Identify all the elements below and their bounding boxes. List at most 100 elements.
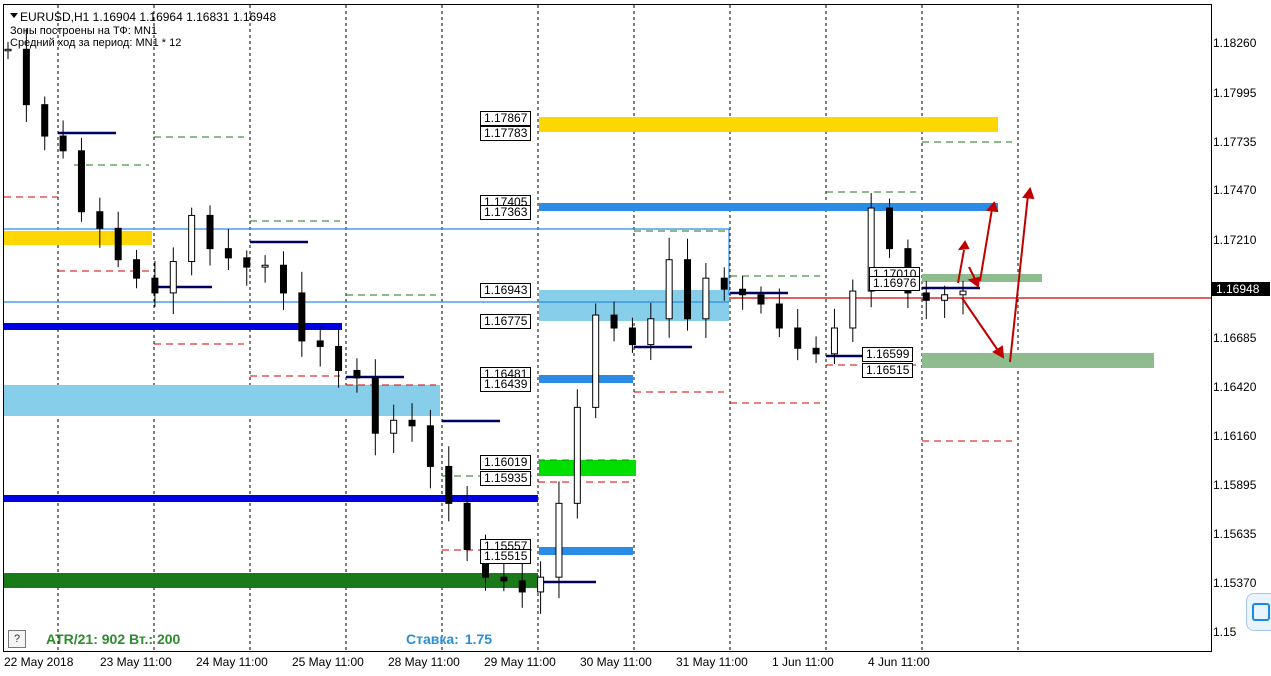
level-label: 1.17867	[480, 111, 532, 126]
zone-green-soft-lower	[922, 353, 1154, 368]
price-chart-canvas[interactable]	[4, 5, 1211, 651]
price-tick: 1.18260	[1213, 36, 1257, 50]
level-navy-2	[4, 495, 538, 502]
price-tick: 1.16685	[1213, 331, 1257, 345]
average-range-text: Средний ход за период: MN1 * 12	[10, 37, 182, 49]
candle-body	[188, 214, 196, 263]
candle-body	[96, 211, 104, 229]
atr-indicator: ATR/21: 902 Вт.: 200	[46, 631, 181, 647]
candle-body	[151, 277, 159, 294]
candle-body	[573, 406, 581, 504]
candle-body	[592, 314, 600, 408]
level-label: 1.16943	[480, 283, 532, 298]
symbol-quote: EURUSD,H1 1.16904 1.16964 1.16831 1.1694…	[20, 10, 277, 24]
chart-area[interactable]: EURUSD,H1 1.16904 1.16964 1.16831 1.1694…	[3, 4, 1212, 652]
rate-value: 1.75	[464, 631, 493, 647]
price-tick: 1.17995	[1213, 86, 1257, 100]
price-tick: 1.17210	[1213, 233, 1257, 247]
zone-green-bright	[539, 460, 636, 476]
candle-body	[41, 104, 49, 137]
level-label: 1.16976	[869, 276, 921, 291]
arrow-head	[967, 276, 981, 288]
level-navy-1	[4, 323, 342, 330]
candle-body	[371, 377, 379, 434]
candle-body	[463, 502, 471, 550]
time-tick: 23 May 11:00	[100, 655, 172, 669]
candle-body	[224, 248, 232, 259]
candle-body	[390, 419, 398, 434]
zone-lightblue-mid	[539, 290, 729, 321]
candle-body	[408, 419, 416, 427]
candle-body	[169, 261, 177, 294]
rate-label: Ставка:	[406, 631, 459, 647]
time-tick: 24 May 11:00	[196, 655, 268, 669]
candle-body	[830, 327, 838, 355]
time-tick: 31 May 11:00	[676, 655, 748, 669]
candle-body	[647, 318, 655, 346]
time-tick: 1 Jun 11:00	[772, 655, 834, 669]
price-tick: 1.17470	[1213, 183, 1257, 197]
candle-body	[353, 369, 361, 379]
level-label: 1.16439	[480, 377, 532, 392]
price-tick: 1.15895	[1213, 478, 1257, 492]
time-tick: 30 May 11:00	[580, 655, 652, 669]
candle-body	[922, 292, 930, 301]
dropdown-arrow-icon[interactable]	[10, 13, 18, 18]
candle-body	[775, 303, 783, 329]
candle-body	[279, 264, 287, 294]
time-tick: 29 May 11:00	[484, 655, 556, 669]
candle-body	[610, 314, 618, 329]
arrow-head	[1022, 186, 1035, 200]
candle-body	[941, 294, 949, 301]
level-label: 1.17783	[480, 126, 532, 141]
candle-body	[316, 340, 324, 347]
zone-blue-mid	[539, 375, 633, 383]
candle-body	[959, 290, 967, 296]
time-tick: 22 May 2018	[4, 655, 74, 669]
candle-body	[22, 48, 30, 106]
zone-yellow-left	[4, 231, 152, 245]
candle-body	[426, 425, 434, 467]
price-tick: 1.15635	[1213, 527, 1257, 541]
candle-body	[500, 576, 508, 582]
level-label: 1.16775	[480, 314, 532, 329]
time-tick: 28 May 11:00	[388, 655, 460, 669]
forecast-arrow	[979, 208, 993, 282]
candle-body	[720, 277, 728, 290]
price-tick: 1.17735	[1213, 135, 1257, 149]
level-label: 1.15515	[480, 549, 532, 564]
candle-body	[757, 294, 765, 305]
candle-body	[665, 259, 673, 320]
candle-body	[518, 580, 526, 593]
level-label: 1.16515	[862, 363, 914, 378]
zone-yellow-top	[539, 117, 998, 132]
price-tick: 1.15370	[1213, 576, 1257, 590]
help-button[interactable]: ?	[8, 630, 26, 648]
zone-blue-low	[539, 547, 633, 555]
candle-body	[206, 214, 214, 250]
candle-body	[335, 345, 343, 371]
current-price-badge: 1.16948	[1212, 282, 1270, 296]
zones-timeframe-text: Зоны построены на ТФ: MN1	[10, 25, 158, 37]
zone-blue-upper	[539, 203, 998, 211]
candle-body	[555, 502, 563, 578]
time-tick: 25 May 11:00	[292, 655, 364, 669]
side-panel-tab[interactable]	[1246, 593, 1271, 631]
price-tick: 1.16160	[1213, 429, 1257, 443]
arrow-head	[957, 240, 970, 251]
zone-green-soft-upper	[922, 274, 1042, 282]
candle-body	[77, 150, 85, 213]
candle-body	[4, 48, 12, 52]
candle-body	[261, 264, 269, 268]
price-tick: 1.16420	[1213, 380, 1257, 394]
zone-green-dark	[4, 573, 538, 588]
candle-body	[59, 135, 67, 152]
level-label: 1.16019	[480, 455, 532, 470]
rate-indicator: Ставка: 1.75	[406, 631, 492, 647]
candle-body	[739, 288, 747, 296]
candle-body	[243, 257, 251, 268]
level-label: 1.16599	[862, 347, 914, 362]
candle-body	[114, 227, 122, 261]
forecast-arrow	[961, 297, 1000, 353]
candle-body	[684, 259, 692, 320]
